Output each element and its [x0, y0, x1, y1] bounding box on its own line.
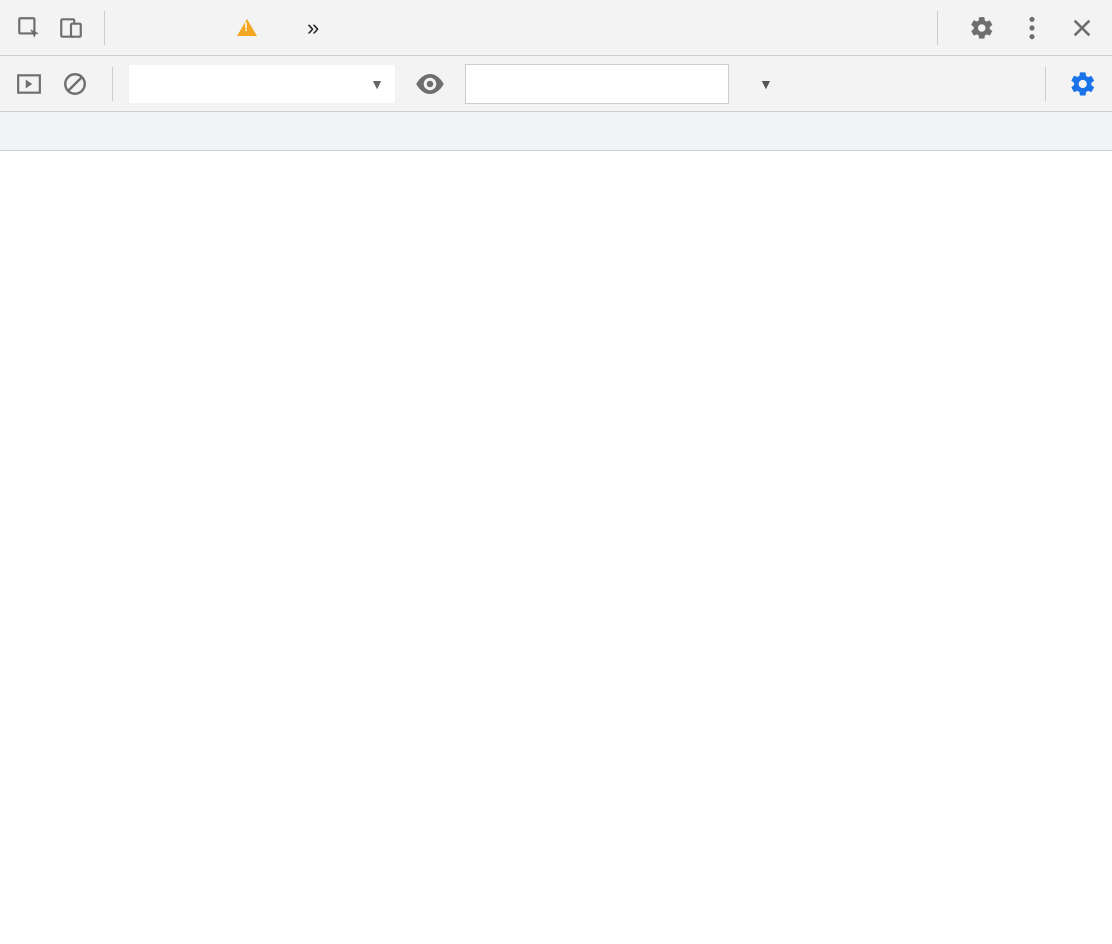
- chevron-down-icon: ▼: [759, 76, 773, 92]
- close-icon[interactable]: [1064, 8, 1100, 48]
- chevron-double-right-icon: »: [301, 15, 319, 41]
- chevron-down-icon: ▼: [370, 76, 384, 92]
- console-settings-gear-icon[interactable]: [1062, 64, 1104, 104]
- separator: [104, 11, 105, 45]
- live-expression-icon[interactable]: [409, 64, 451, 104]
- kebab-menu-icon[interactable]: [1014, 8, 1050, 48]
- console-toolbar: ▼ ▼: [0, 56, 1112, 112]
- execution-context-select[interactable]: ▼: [129, 65, 395, 103]
- panel-tabs: »: [117, 0, 319, 56]
- clear-console-icon[interactable]: [54, 64, 96, 104]
- console-settings-panel: [0, 112, 1112, 151]
- devtools-tabbar: »: [0, 0, 1112, 56]
- separator: [112, 67, 113, 101]
- filter-input[interactable]: [465, 64, 729, 104]
- tab-network[interactable]: [237, 0, 265, 56]
- device-toolbar-icon[interactable]: [50, 8, 92, 48]
- inspect-element-icon[interactable]: [8, 8, 50, 48]
- tab-more[interactable]: »: [301, 0, 319, 56]
- separator: [937, 11, 938, 45]
- toggle-sidebar-icon[interactable]: [8, 64, 50, 104]
- separator: [1045, 67, 1046, 101]
- tabbar-right-actions: [925, 8, 1104, 48]
- settings-gear-icon[interactable]: [964, 8, 1000, 48]
- warning-icon: [237, 19, 257, 36]
- log-levels-select[interactable]: ▼: [751, 76, 773, 92]
